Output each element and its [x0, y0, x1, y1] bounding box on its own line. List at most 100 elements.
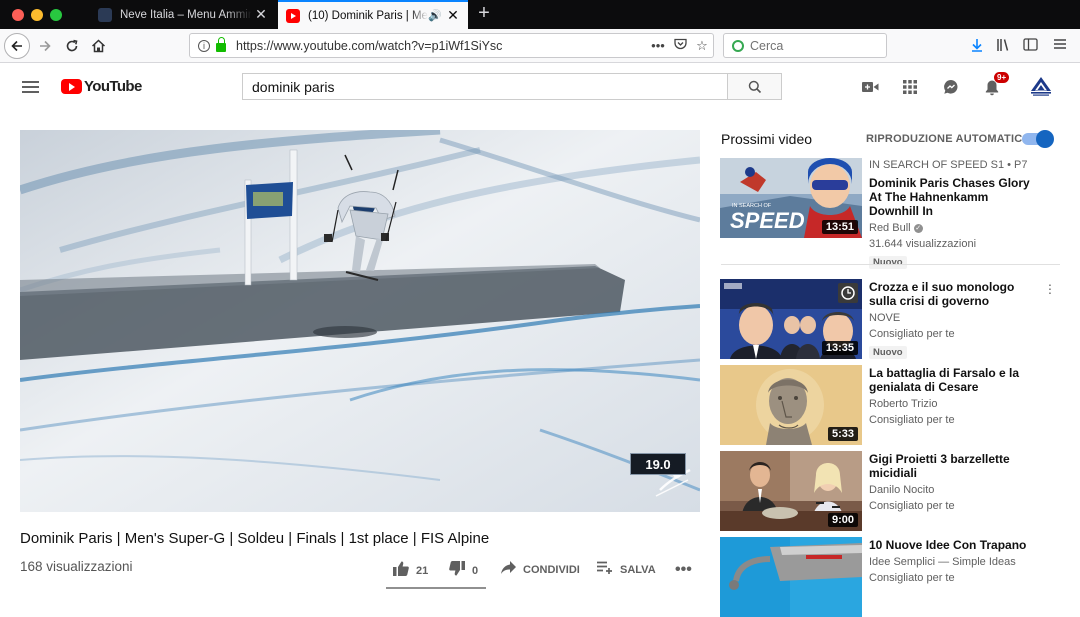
apps-grid-icon[interactable]: [903, 78, 917, 96]
video-player[interactable]: 19.0: [20, 130, 700, 512]
neve-italia-favicon-icon: [98, 7, 112, 22]
channel-name[interactable]: Roberto Trizio: [869, 397, 1039, 412]
video-card-title[interactable]: Dominik Paris Chases Glory At The Hahnen…: [869, 176, 1039, 218]
view-count: 168 visualizzazioni: [20, 559, 133, 574]
window-minimize-button[interactable]: [31, 9, 43, 21]
youtube-header: YouTube dominik paris 9+: [0, 64, 1080, 110]
share-button[interactable]: CONDIVIDI: [501, 561, 580, 578]
browser-search-field[interactable]: Cerca: [723, 33, 887, 58]
forward-button[interactable]: [33, 34, 57, 58]
autoplay-toggle[interactable]: [1022, 130, 1054, 148]
reload-button[interactable]: [60, 34, 84, 58]
video-card-title[interactable]: 10 Nuove Idee Con Trapano: [869, 538, 1039, 552]
view-count: 31.644 visualizzazioni: [869, 238, 977, 250]
page-actions-icon[interactable]: •••: [647, 38, 669, 53]
channel-name[interactable]: Idee Semplici — Simple Ideas: [869, 555, 1039, 570]
video-card-title[interactable]: Crozza e il suo monologo sulla crisi di …: [869, 280, 1039, 308]
youtube-logo[interactable]: YouTube: [61, 78, 142, 95]
new-tab-button[interactable]: +: [474, 2, 494, 25]
svg-text:SPEED: SPEED: [730, 208, 805, 233]
create-video-icon[interactable]: [862, 78, 879, 96]
up-next-heading: Prossimi video: [721, 131, 813, 147]
up-next-video-card[interactable]: SPEED IN SEARCH OF 13:51 IN SEARCH OF SP…: [720, 158, 1070, 269]
sidebar-toggle-icon[interactable]: [1021, 38, 1039, 54]
more-actions-icon[interactable]: •••: [675, 561, 692, 579]
browser-navigation-bar: i https://www.youtube.com/watch?v=p1iWf1…: [0, 29, 1080, 63]
search-icon: [748, 80, 761, 93]
reload-icon: [66, 39, 78, 52]
video-duration: 9:00: [827, 513, 858, 527]
browser-tab-neve-italia[interactable]: Neve Italia – Menu Amministra ✕: [90, 0, 276, 29]
site-info-icon[interactable]: i: [198, 39, 210, 52]
speaker-icon[interactable]: 🔊: [428, 9, 442, 22]
close-tab-icon[interactable]: ✕: [444, 7, 462, 24]
tab-title: Neve Italia – Menu Amministra: [120, 8, 252, 21]
address-bar[interactable]: i https://www.youtube.com/watch?v=p1iWf1…: [189, 33, 714, 58]
new-badge: Nuovo: [869, 256, 907, 269]
tab-title: (10) Dominik Paris | Men's S: [308, 9, 428, 22]
window-close-button[interactable]: [12, 9, 24, 21]
video-card-title[interactable]: La battaglia di Farsalo e la genialata d…: [869, 366, 1039, 394]
search-placeholder: Cerca: [750, 38, 784, 53]
window-maximize-button[interactable]: [50, 9, 62, 21]
race-timer-overlay: 19.0: [630, 453, 686, 475]
browser-tab-strip: Neve Italia – Menu Amministra ✕ (10) Dom…: [0, 0, 1080, 29]
menu-icon[interactable]: [1051, 38, 1069, 53]
video-title: Dominik Paris | Men's Super-G | Soldeu |…: [20, 530, 490, 547]
channel-name[interactable]: Danilo Nocito: [869, 483, 1039, 498]
video-duration: 13:35: [821, 341, 858, 355]
lock-icon: [216, 36, 226, 52]
download-icon[interactable]: [968, 38, 986, 55]
bookmark-star-icon[interactable]: ☆: [691, 38, 713, 54]
youtube-favicon-icon: [286, 8, 300, 23]
library-icon[interactable]: [995, 38, 1013, 55]
youtube-search-button[interactable]: [727, 73, 782, 100]
back-button[interactable]: [4, 33, 30, 59]
browser-tab-youtube[interactable]: (10) Dominik Paris | Men's S 🔊 ✕: [278, 0, 468, 29]
video-thumbnail[interactable]: [720, 537, 862, 617]
save-label: SALVA: [620, 563, 656, 576]
channel-name[interactable]: NOVE: [869, 311, 1039, 326]
account-avatar[interactable]: [1029, 75, 1053, 99]
video-thumbnail[interactable]: 9:00: [720, 451, 862, 531]
video-thumbnail[interactable]: SPEED IN SEARCH OF 13:51: [720, 158, 862, 238]
up-next-video-card[interactable]: 5:33 La battaglia di Farsalo e la genial…: [720, 365, 1070, 445]
video-options-icon[interactable]: · · ·: [1045, 277, 1055, 299]
like-button[interactable]: 21: [393, 561, 428, 580]
share-label: CONDIVIDI: [523, 563, 580, 576]
recommendation-label: Consigliato per te: [869, 328, 955, 340]
dislike-button[interactable]: 0: [449, 561, 478, 580]
youtube-play-logo-icon: [61, 79, 82, 94]
messages-icon[interactable]: [943, 78, 959, 96]
share-arrow-icon: [501, 561, 516, 578]
up-next-video-card[interactable]: 10 Nuove Idee Con Trapano Idee Semplici …: [720, 537, 1070, 617]
youtube-search-input[interactable]: dominik paris: [242, 73, 728, 100]
video-thumbnail[interactable]: 5:33: [720, 365, 862, 445]
verified-check-icon: ✓: [913, 223, 923, 233]
series-label: IN SEARCH OF SPEED S1 • P7: [869, 159, 1028, 171]
channel-logo-icon: [1031, 77, 1051, 96]
url-text[interactable]: https://www.youtube.com/watch?v=p1iWf1Si…: [236, 39, 647, 53]
up-next-video-card[interactable]: 13:35 Crozza e il suo monologo sulla cri…: [720, 279, 1070, 359]
search-query-text: dominik paris: [252, 78, 335, 95]
like-count: 21: [416, 564, 429, 577]
up-next-video-card[interactable]: 9:00 Gigi Proietti 3 barzellette micidia…: [720, 451, 1070, 531]
arrow-right-icon: [40, 40, 51, 52]
save-button[interactable]: SALVA: [597, 561, 656, 578]
google-icon: [732, 39, 744, 52]
svg-text:IN SEARCH OF: IN SEARCH OF: [732, 203, 772, 209]
close-tab-icon[interactable]: ✕: [252, 6, 270, 23]
pocket-icon[interactable]: [669, 38, 691, 53]
video-card-title[interactable]: Gigi Proietti 3 barzellette micidiali: [869, 452, 1039, 480]
home-icon: [91, 39, 105, 53]
autoplay-label: RIPRODUZIONE AUTOMATICA: [866, 133, 1031, 145]
guide-menu-icon[interactable]: [22, 81, 39, 93]
drill-thumbnail-image: [720, 537, 862, 617]
home-button[interactable]: [86, 34, 110, 58]
channel-name[interactable]: Red Bull ✓: [869, 221, 1039, 236]
video-frame-skier-image: [20, 130, 700, 512]
recommendation-label: Consigliato per te: [869, 572, 955, 584]
video-thumbnail[interactable]: 13:35: [720, 279, 862, 359]
divider: [721, 264, 1060, 265]
youtube-wordmark: YouTube: [84, 78, 142, 95]
